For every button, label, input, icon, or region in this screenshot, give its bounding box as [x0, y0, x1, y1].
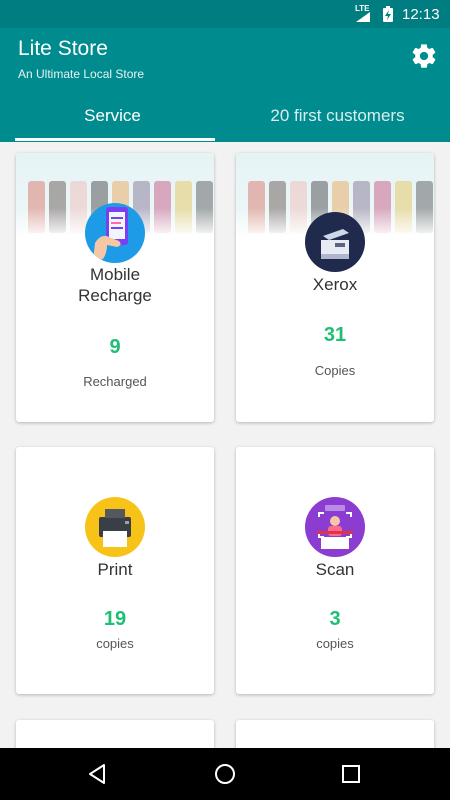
service-card-mobile-recharge[interactable]: Mobile Recharge 9 Recharged — [16, 153, 214, 422]
tab-indicator — [15, 138, 215, 141]
service-count: 19 — [103, 608, 127, 630]
tab-first-customers[interactable]: 20 first customers — [225, 100, 450, 142]
home-icon[interactable] — [213, 762, 237, 786]
service-count: 31 — [323, 324, 347, 346]
service-label: Mobile — [89, 265, 141, 284]
app-title: Lite Store — [18, 37, 108, 60]
xerox-icon — [305, 212, 365, 272]
mobile-recharge-icon — [85, 203, 145, 263]
service-label: Xerox — [312, 275, 358, 294]
service-count: 9 — [109, 336, 121, 358]
app-bar: Lite Store An Ultimate Local Store Servi… — [0, 28, 450, 142]
service-card-print[interactable]: Print 19 copies — [16, 447, 214, 694]
service-count: 3 — [329, 608, 341, 630]
service-card-partial[interactable] — [236, 720, 434, 748]
printer-icon — [85, 497, 145, 557]
service-label: Scan — [315, 560, 355, 579]
scan-icon — [305, 497, 365, 557]
service-unit: copies — [96, 636, 134, 651]
tab-service[interactable]: Service — [0, 100, 225, 142]
status-bar: LTE 12:13 — [0, 0, 450, 28]
signal-icon — [356, 12, 370, 22]
gear-icon[interactable] — [410, 42, 438, 70]
app-subtitle: An Ultimate Local Store — [18, 67, 145, 81]
clock: 12:13 — [402, 6, 440, 23]
battery-charging-icon — [383, 6, 393, 22]
service-card-scan[interactable]: Scan 3 copies — [236, 447, 434, 694]
service-unit: Copies — [314, 363, 356, 378]
service-label: Print — [97, 560, 133, 579]
back-icon[interactable] — [86, 762, 110, 786]
service-card-xerox[interactable]: Xerox 31 Copies — [236, 153, 434, 422]
service-card-partial[interactable] — [16, 720, 214, 748]
service-unit: copies — [316, 636, 354, 651]
service-label-line2: Recharge — [78, 286, 152, 305]
recents-icon[interactable] — [339, 762, 363, 786]
service-grid: Mobile Recharge 9 Recharged Xerox 31 Cop… — [0, 142, 450, 748]
service-unit: Recharged — [83, 374, 147, 389]
system-nav-bar — [0, 748, 450, 800]
